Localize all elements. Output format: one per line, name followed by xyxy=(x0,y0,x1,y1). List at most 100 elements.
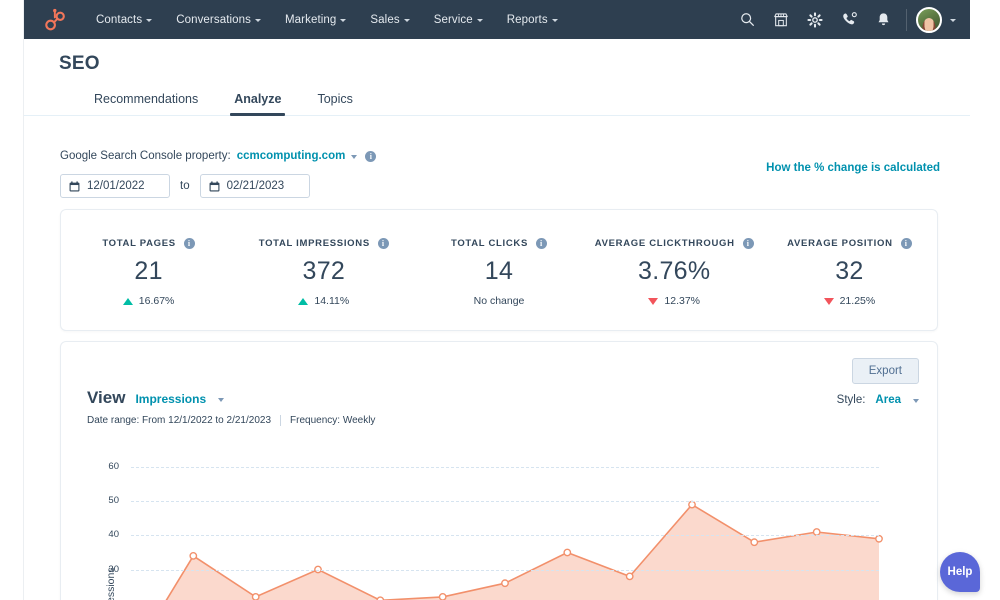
y-axis-tick: 50 xyxy=(108,495,119,507)
stat-delta: 16.67% xyxy=(61,295,236,307)
stat-label-text: TOTAL CLICKS xyxy=(451,238,529,249)
gsc-property-row: Google Search Console property: ccmcompu… xyxy=(60,150,940,162)
summary-stats-row: TOTAL PAGES i 21 16.67% TOTAL IMPRESSION… xyxy=(61,210,937,330)
chart-data-point[interactable] xyxy=(189,552,198,560)
page-title: SEO xyxy=(59,53,100,74)
stat-value: 32 xyxy=(835,257,864,285)
trend-down-icon xyxy=(823,297,834,305)
tab-analyze[interactable]: Analyze xyxy=(216,92,299,116)
chevron-down-icon xyxy=(255,19,261,22)
user-avatar[interactable] xyxy=(916,6,942,33)
subtitle-divider xyxy=(280,415,282,426)
info-icon[interactable]: i xyxy=(536,238,548,249)
chart-plot-svg xyxy=(165,500,883,600)
chevron-down-icon xyxy=(913,399,919,403)
chart-data-point[interactable] xyxy=(875,534,883,543)
chart-data-point[interactable] xyxy=(688,500,696,509)
info-icon[interactable]: i xyxy=(742,238,754,249)
nav-item-reports[interactable]: Reports xyxy=(495,8,570,32)
stat-label-text: AVERAGE CLICKTHROUGH xyxy=(594,238,735,249)
chevron-down-icon xyxy=(476,19,483,22)
chart-data-point[interactable] xyxy=(625,572,634,581)
summary-stats-card: TOTAL PAGES i 21 16.67% TOTAL IMPRESSION… xyxy=(60,209,938,331)
stat-total-impressions: TOTAL IMPRESSIONS i 372 14.11% xyxy=(236,233,411,307)
end-date-value: 02/21/2023 xyxy=(226,180,285,192)
stat-delta-text: 14.11% xyxy=(314,295,350,307)
view-label: View xyxy=(87,388,126,407)
marketplace-icon[interactable] xyxy=(764,3,798,37)
nav-item-sales[interactable]: Sales xyxy=(358,8,421,32)
primary-nav-items: Contacts Conversations Marketing Sales S… xyxy=(84,8,570,32)
trend-up-icon xyxy=(298,297,309,305)
chart-data-point[interactable] xyxy=(438,593,447,600)
chevron-down-icon xyxy=(403,19,410,22)
chart-style-block: Style: Area xyxy=(837,394,919,406)
start-date-input[interactable]: 12/01/2022 xyxy=(60,174,170,198)
info-icon[interactable]: i xyxy=(365,150,377,162)
chevron-down-icon xyxy=(340,19,347,22)
stat-total-pages: TOTAL PAGES i 21 16.67% xyxy=(61,233,236,307)
info-icon[interactable]: i xyxy=(900,238,912,249)
date-to-label: to xyxy=(180,180,190,192)
page-tabs: Recommendations Analyze Topics xyxy=(24,86,970,116)
stat-label-text: TOTAL PAGES xyxy=(102,238,176,249)
stat-value: 372 xyxy=(302,257,346,285)
stat-value: 14 xyxy=(484,257,514,285)
y-axis-tick: 30 xyxy=(108,563,119,575)
gsc-property-value[interactable]: ccmcomputing.com xyxy=(237,150,346,162)
stat-total-clicks: TOTAL CLICKS i 14 No change xyxy=(411,233,586,307)
chart-data-point[interactable] xyxy=(251,593,260,600)
nav-item-label: Conversations xyxy=(176,13,251,26)
gridline xyxy=(131,467,879,469)
info-icon[interactable]: i xyxy=(377,238,389,249)
stat-delta-text: No change xyxy=(473,295,525,307)
end-date-input[interactable]: 02/21/2023 xyxy=(199,174,310,198)
chart-data-point[interactable] xyxy=(812,528,821,536)
stat-label: TOTAL IMPRESSIONS i xyxy=(259,238,389,249)
help-button[interactable]: Help xyxy=(940,552,980,592)
gridline xyxy=(131,569,879,571)
view-metric-selector[interactable]: Impressions xyxy=(135,392,225,406)
nav-item-conversations[interactable]: Conversations xyxy=(164,8,273,32)
chart-view-block: View Impressions Date range: From 12/1/2… xyxy=(87,388,375,426)
stat-average-position: AVERAGE POSITION i 32 21.25% xyxy=(762,233,937,307)
impressions-area-chart: Impressions 30 40 50 60 xyxy=(61,442,937,600)
start-date-value: 12/01/2022 xyxy=(87,180,145,192)
date-range-row: 12/01/2022 to 02/21/2023 xyxy=(60,174,940,198)
chart-data-point[interactable] xyxy=(563,548,572,557)
search-icon[interactable] xyxy=(730,3,764,37)
style-label: Style: xyxy=(836,394,866,406)
stat-delta-text: 21.25% xyxy=(839,295,876,307)
pct-change-explain-link[interactable]: How the % change is calculated xyxy=(766,162,940,174)
nav-item-contacts[interactable]: Contacts xyxy=(84,8,164,32)
chevron-down-icon xyxy=(146,19,153,22)
controls-row: Google Search Console property: ccmcompu… xyxy=(60,150,940,198)
stat-delta: 14.11% xyxy=(236,295,411,307)
gridline xyxy=(131,501,879,503)
nav-item-service[interactable]: Service xyxy=(422,8,495,32)
avatar-chevron-down-icon[interactable] xyxy=(950,19,956,22)
chart-frequency: Frequency: Weekly xyxy=(290,415,376,426)
tab-recommendations[interactable]: Recommendations xyxy=(76,92,216,115)
chevron-down-icon xyxy=(551,19,558,22)
page-header: SEO Recommendations Analyze Topics xyxy=(24,39,970,116)
export-button[interactable]: Export xyxy=(851,358,919,384)
chart-data-point[interactable] xyxy=(501,579,509,588)
chevron-down-icon[interactable] xyxy=(351,155,358,159)
stat-delta-text: 16.67% xyxy=(138,295,175,307)
stat-delta-text: 12.37% xyxy=(664,295,701,307)
nav-item-marketing[interactable]: Marketing xyxy=(273,8,358,32)
style-selector[interactable]: Area xyxy=(875,394,919,406)
notifications-bell-icon[interactable] xyxy=(866,3,900,37)
calendar-icon xyxy=(69,180,80,191)
tab-topics[interactable]: Topics xyxy=(299,92,370,115)
chart-subtitle: Date range: From 12/1/2022 to 2/21/2023 … xyxy=(87,415,375,426)
info-icon[interactable]: i xyxy=(183,238,195,249)
chart-data-point[interactable] xyxy=(750,538,759,547)
trend-down-icon xyxy=(648,297,659,305)
phone-notification-icon[interactable] xyxy=(832,3,866,37)
settings-gear-icon[interactable] xyxy=(798,3,832,37)
calendar-icon xyxy=(209,180,220,191)
hubspot-logo-icon[interactable] xyxy=(42,7,68,33)
stat-average-clickthrough: AVERAGE CLICKTHROUGH i 3.76% 12.37% xyxy=(587,233,762,307)
